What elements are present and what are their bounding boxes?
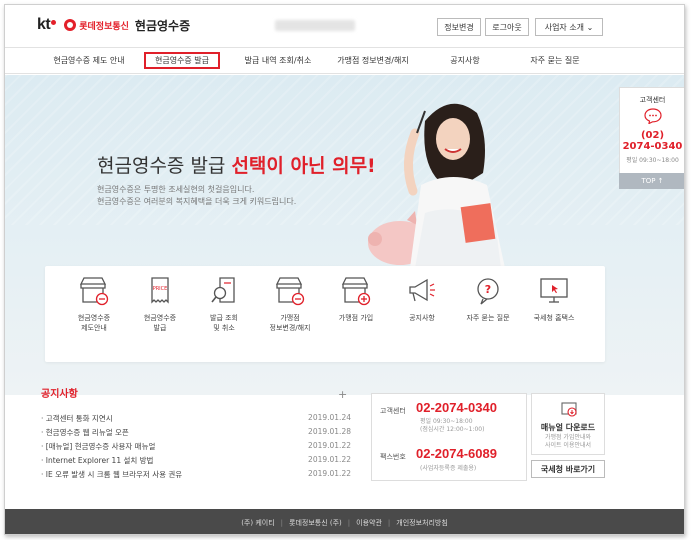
footer-lotte: 롯데정보통신 (주) [289,518,342,527]
quick-item-history[interactable]: 발급 조회 및 취소 [193,276,255,333]
notice-more-button[interactable]: + [338,388,347,401]
page-frame: kt 롯데정보통신 현금영수증 정보변경 로그아웃 사업자 소개 ⌄ 현금영수증… [4,4,685,535]
manual-desc: 가맹점 가입안내와 사이트 이용안내서 [544,434,592,449]
woman-with-pig-image [368,103,505,268]
quick-menu-panel: 현금영수증 제도안내 PRICE 현금영수증 발급 발급 조회 및 취소 가맹점 정보변… [45,266,605,362]
hero-line-1: 현금영수증은 투명한 조세실현의 첫걸음입니다. [97,185,255,194]
notice-section: 공지사항 + · 고객센터 통화 지연시 2019.01.24 · 현금영수증 웹… [41,385,351,479]
megaphone-icon [409,278,435,302]
store-minus-icon [275,277,305,306]
hero-banner: 현금영수증 발급 선택이 아닌 의무! 현금영수증은 투명한 조세실현의 첫걸음… [5,75,684,395]
manual-download-button[interactable]: 매뉴얼 다운로드 가맹점 가입안내와 사이트 이용안내서 [531,393,605,455]
question-icon: ? [477,278,499,305]
footer-kt: (주) 케이티 [241,518,275,527]
side-phone: (02) 2074-0340 [622,130,683,152]
business-intro-dropdown[interactable]: 사업자 소개 ⌄ [535,18,603,36]
customer-center-side-panel: 고객센터 (02) 2074-0340 평일 09:30~18:00 [619,87,684,187]
notice-title: 공지사항 [41,389,78,400]
kt-dot-icon [51,19,57,25]
notice-row[interactable]: · IE 오류 발생 시 크롬 웹 브라우저 사용 권유 2019.01.22 [41,469,351,481]
price-receipt-icon: PRICE [151,277,169,304]
main-nav: 현금영수증 제도 안내 현금영수증 발급 발급 내역 조회/취소 가맹점 정보변… [5,47,684,74]
center-label: 고객센터 [380,407,406,415]
fax-label: 팩스번호 [380,453,406,461]
footer-terms-link[interactable]: 이용약관 [356,518,382,528]
blurred-user-name [275,20,355,31]
nav-item-merchant-change[interactable]: 가맹점 정보변경/해지 [327,48,419,73]
nav-item-history[interactable]: 발급 내역 조회/취소 [233,48,323,73]
notice-row[interactable]: · 고객센터 통화 지연시 2019.01.24 [41,413,351,425]
manual-title: 매뉴얼 다운로드 [540,423,596,432]
nav-item-issue[interactable]: 현금영수증 발급 [144,52,220,69]
notice-row[interactable]: · 현금영수증 웹 리뉴얼 오픈 2019.01.28 [41,427,351,439]
notice-row[interactable]: · [매뉴얼] 현금영수증 사용자 매뉴얼 2019.01.22 [41,441,351,453]
header: kt 롯데정보통신 현금영수증 정보변경 로그아웃 사업자 소개 ⌄ [5,5,684,47]
lotte-logo-text: 롯데정보통신 [79,21,129,32]
footer: (주) 케이티 | 롯데정보통신 (주) | 이용약관 | 개인정보처리방침 [5,509,684,534]
nts-link-button[interactable]: 국세청 바로가기 [531,460,605,478]
footer-privacy-link[interactable]: 개인정보처리방침 [396,518,448,528]
store-minus-icon [79,277,109,306]
quick-item-notice[interactable]: 공지사항 [391,276,453,323]
monitor-icon [540,278,568,303]
quick-item-merchant-join[interactable]: 가맹점 가입 [325,276,387,323]
top-button[interactable]: TOP ↑ [619,173,684,189]
logo[interactable]: kt 롯데정보통신 현금영수증 [37,16,190,34]
svg-text:?: ? [485,283,491,296]
quick-item-hometax[interactable]: 국세청 홈택스 [523,276,585,323]
quick-item-faq[interactable]: ? 자주 묻는 질문 [457,276,519,323]
side-hours: 평일 09:30~18:00 [626,157,679,164]
search-receipt-icon [211,277,235,303]
site-title: 현금영수증 [134,18,191,33]
lotte-logo-icon [64,19,77,31]
store-plus-icon [341,277,371,306]
side-title: 고객센터 [639,96,666,104]
chat-bubble-icon [644,108,662,124]
notice-row[interactable]: · Internet Explorer 11 설치 방법 2019.01.22 [41,455,351,467]
svg-text:PRICE: PRICE [153,286,168,292]
logout-button[interactable]: 로그아웃 [485,18,529,36]
nav-item-guide[interactable]: 현금영수증 제도 안내 [41,48,137,73]
fax-number: 02-2074-6089 [416,446,497,461]
center-number: 02-2074-0340 [416,400,497,415]
nav-item-faq[interactable]: 자주 묻는 질문 [505,48,605,73]
info-change-button[interactable]: 정보변경 [437,18,481,36]
hero-heading: 현금영수증 발급 선택이 아닌 의무! [97,155,376,177]
center-hours: 평일 09:30~18:00 (점심시간 12:00~1:00) [420,418,485,433]
nav-item-notice[interactable]: 공지사항 [425,48,505,73]
quick-item-merchant-change[interactable]: 가맹점 정보변경/해지 [259,276,321,333]
contact-box: 고객센터 02-2074-0340 평일 09:30~18:00 (점심시간 12… [371,393,527,481]
quick-item-issue[interactable]: PRICE 현금영수증 발급 [129,276,191,333]
kt-logo-text: kt [37,16,51,33]
fax-note: (사업자등록증 제출용) [420,465,477,472]
quick-item-guide[interactable]: 현금영수증 제도안내 [63,276,125,333]
hero-line-2: 현금영수증은 여러분의 복지혜택을 더욱 크게 키워드립니다. [97,197,297,206]
download-icon [561,402,577,417]
